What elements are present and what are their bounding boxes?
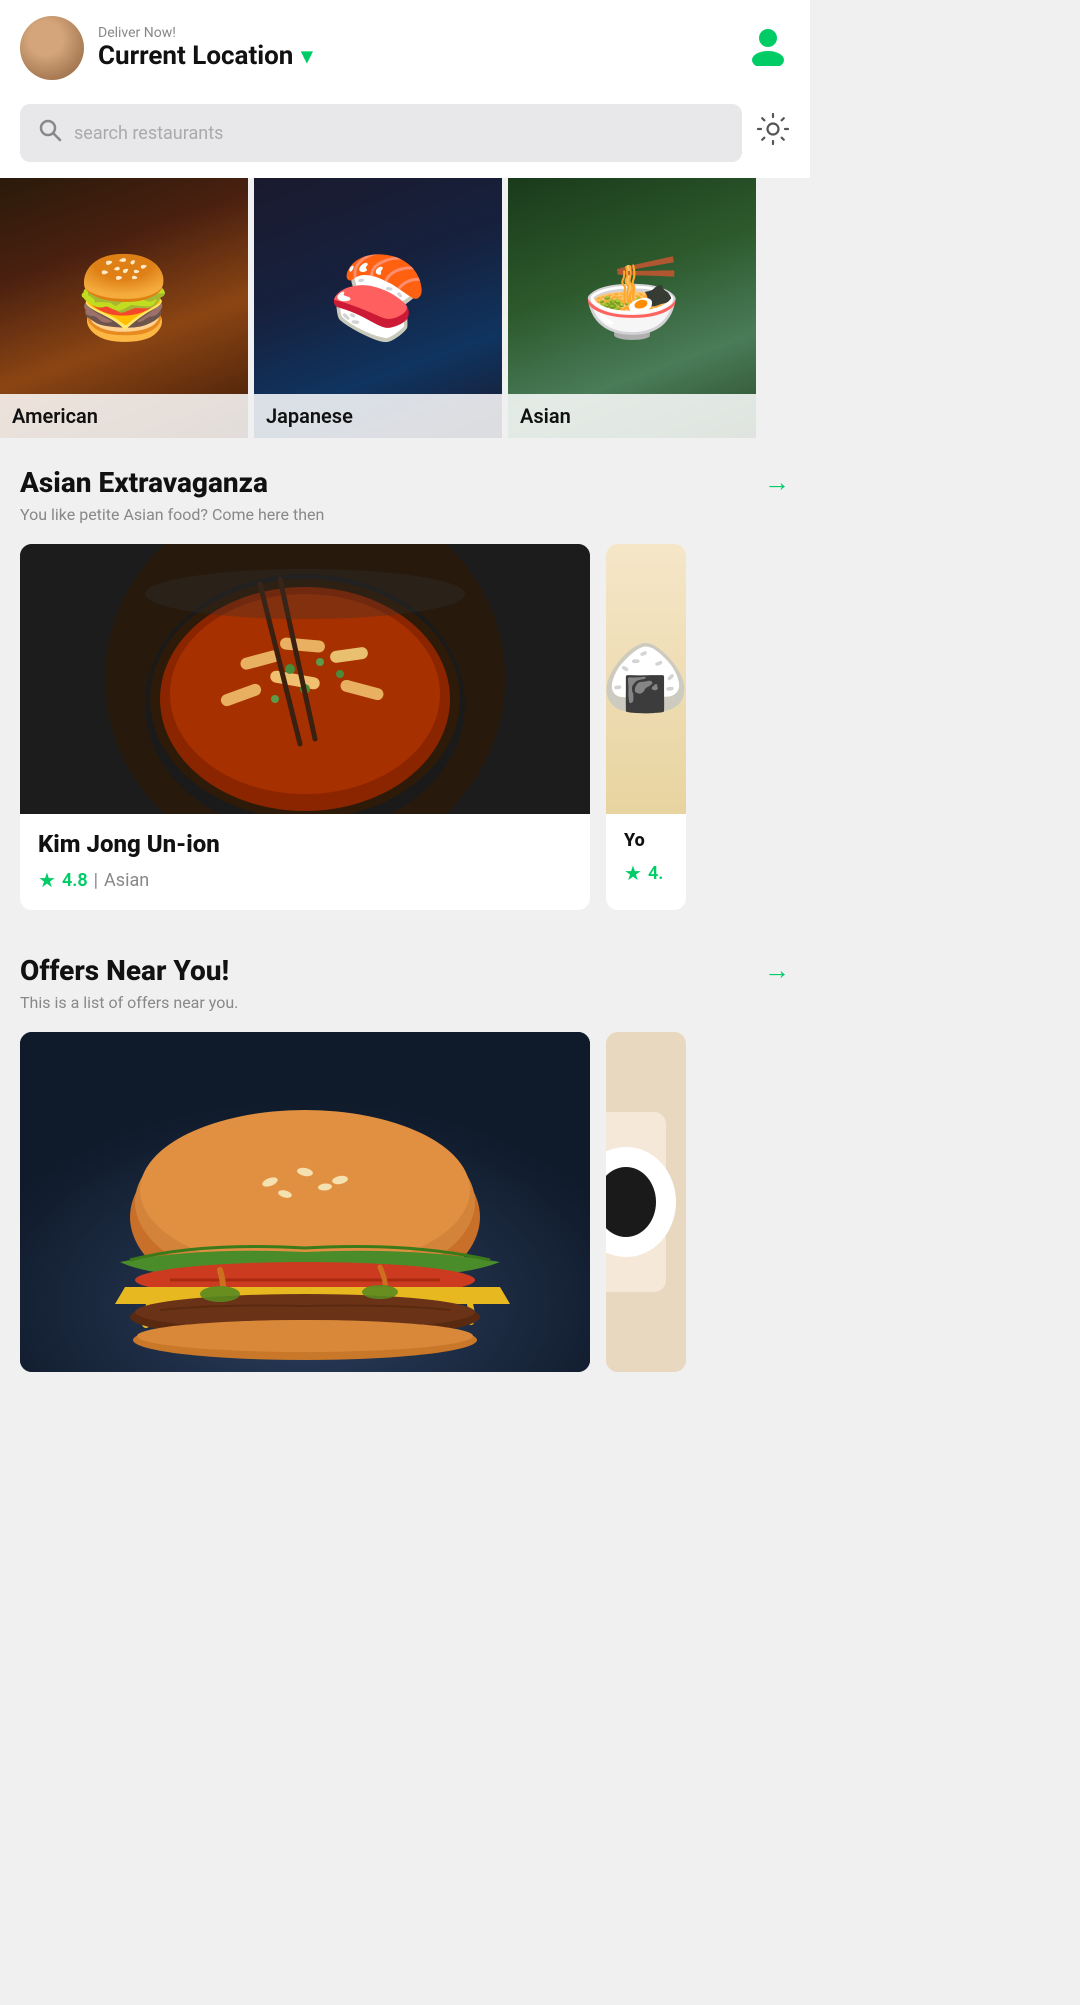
offers-cards-scroll (20, 1032, 790, 1372)
restaurant-name-kimjong: Kim Jong Un-ion (38, 830, 572, 858)
section-title-offers: Offers Near You! (20, 954, 229, 987)
current-location-text: Current Location (98, 41, 293, 71)
category-label-japanese: Japanese (254, 394, 502, 438)
asian-cards-scroll: Kim Jong Un-ion ★ 4.8 | Asian (20, 544, 790, 910)
restaurant-name-partial: Yo (624, 830, 668, 851)
user-profile-icon[interactable] (746, 22, 790, 75)
card-info-kimjong: Kim Jong Un-ion ★ 4.8 | Asian (20, 814, 590, 910)
rating-separator: | (94, 870, 98, 891)
star-icon-partial: ★ (624, 861, 642, 885)
offer-card-partial[interactable] (606, 1032, 686, 1372)
category-scroll: American Japanese Asian (0, 178, 810, 438)
search-bar[interactable]: search restaurants (20, 104, 742, 162)
section-header-asian: Asian Extravaganza → (20, 466, 790, 499)
rating-number: 4.8 (62, 870, 88, 891)
header-left: Deliver Now! Current Location ▾ (20, 16, 312, 80)
avatar[interactable] (20, 16, 84, 80)
restaurant-card-partial[interactable]: Yo ★ 4. (606, 544, 686, 910)
category-item-asian[interactable]: Asian (508, 178, 756, 438)
star-icon: ★ (38, 868, 56, 892)
section-offers-near-you: Offers Near You! → This is a list of off… (0, 926, 810, 1388)
card-rating-partial: ★ 4. (624, 861, 668, 885)
section-title-asian: Asian Extravaganza (20, 466, 268, 499)
location-row[interactable]: Current Location ▾ (98, 41, 312, 71)
offer-image-partial (606, 1032, 686, 1372)
section-arrow-offers[interactable]: → (764, 955, 790, 986)
card-image-partial (606, 544, 686, 814)
section-subtitle-offers: This is a list of offers near you. (20, 993, 790, 1012)
category-item-japanese[interactable]: Japanese (254, 178, 502, 438)
deliver-now-label: Deliver Now! (98, 25, 312, 41)
rating-cuisine: Asian (104, 870, 149, 891)
section-arrow-asian[interactable]: → (764, 467, 790, 498)
search-icon (38, 118, 62, 148)
category-label-american: American (0, 394, 248, 438)
chevron-down-icon: ▾ (301, 44, 312, 69)
category-item-american[interactable]: American (0, 178, 248, 438)
section-header-offers: Offers Near You! → (20, 954, 790, 987)
card-rating-kimjong: ★ 4.8 | Asian (38, 868, 572, 892)
offer-image-burger (20, 1032, 590, 1372)
search-bar-container: search restaurants (0, 94, 810, 178)
rating-num-partial: 4. (648, 863, 663, 884)
card-image-kimjong (20, 544, 590, 814)
location-info: Deliver Now! Current Location ▾ (98, 25, 312, 71)
settings-gear-icon[interactable] (756, 112, 790, 154)
header: Deliver Now! Current Location ▾ (0, 0, 810, 94)
restaurant-card-kimjong[interactable]: Kim Jong Un-ion ★ 4.8 | Asian (20, 544, 590, 910)
section-asian-extravaganza: Asian Extravaganza → You like petite Asi… (0, 438, 810, 926)
offer-card-burger[interactable] (20, 1032, 590, 1372)
section-subtitle-asian: You like petite Asian food? Come here th… (20, 505, 790, 524)
search-placeholder-text: search restaurants (74, 123, 223, 144)
category-label-asian: Asian (508, 394, 756, 438)
card-info-partial: Yo ★ 4. (606, 814, 686, 903)
